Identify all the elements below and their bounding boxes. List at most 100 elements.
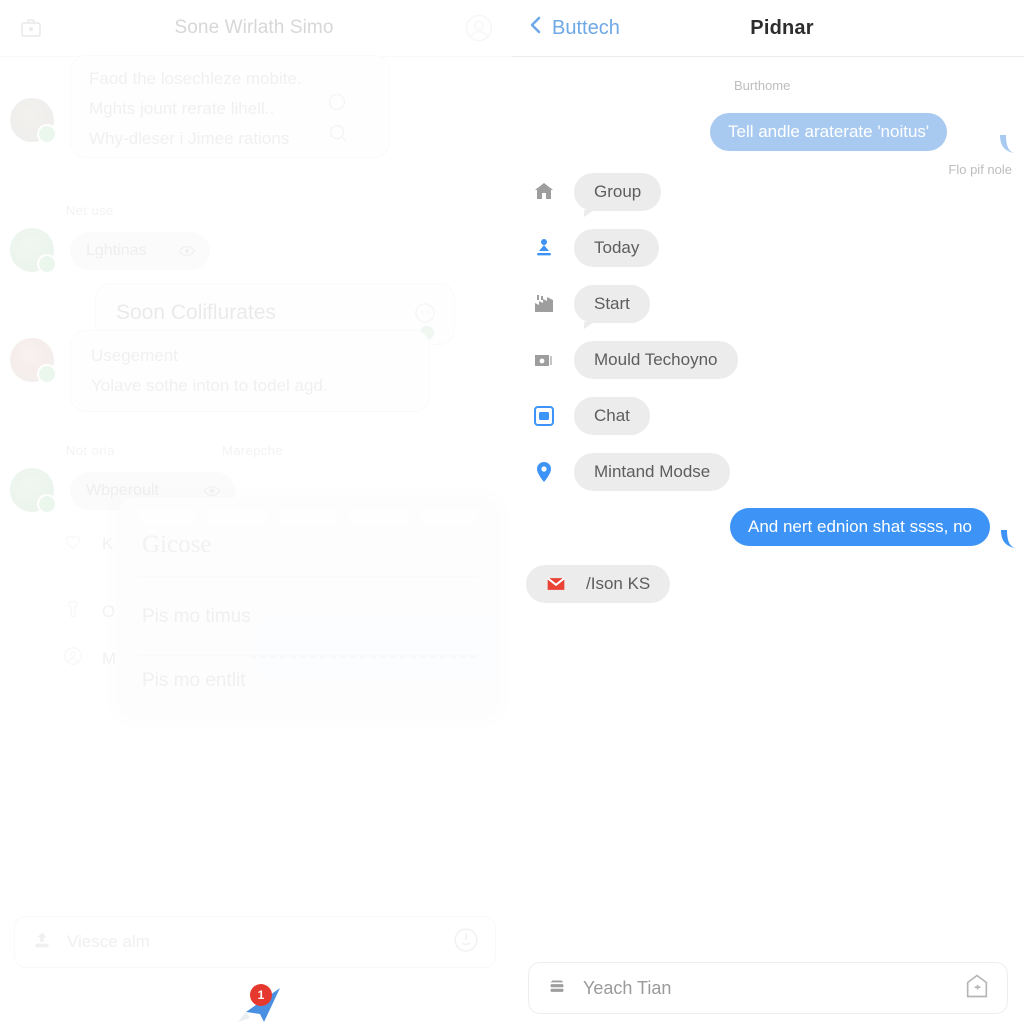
chip-row-today: Today <box>530 229 660 267</box>
overlay-chip <box>279 508 337 526</box>
factory-icon <box>530 290 558 318</box>
mail-icon <box>542 570 570 598</box>
search-icon[interactable] <box>327 122 349 149</box>
message-timestamp: Burthome <box>734 78 791 93</box>
right-input-placeholder: Yeach Tian <box>583 977 672 998</box>
status-badge <box>37 494 57 514</box>
chip-start[interactable]: Start <box>574 285 650 329</box>
status-badge <box>37 364 57 384</box>
chip-mail[interactable]: /Ison KS <box>526 565 671 603</box>
chat-bubble-incoming[interactable]: Tell andle araterate 'noitus' <box>710 113 948 151</box>
chip-label: Mould Techoyno <box>594 350 718 369</box>
chip-row-mail: /Ison KS <box>526 565 671 603</box>
card-title: Soon Coliflurates <box>116 301 276 324</box>
right-topbar: Buttech Pidnar <box>512 0 1024 57</box>
bubble-tail <box>1001 530 1015 548</box>
notification-badge: 1 <box>250 984 272 1006</box>
chip-label: Today <box>594 238 640 257</box>
left-title: Sone Wirlath Simo <box>174 17 334 38</box>
chip-mintand-modse[interactable]: Mintand Modse <box>574 453 731 491</box>
list-item-label: O <box>102 601 116 621</box>
list-item[interactable]: O <box>62 598 115 625</box>
section-label: Not oria <box>66 443 115 458</box>
left-message-input[interactable]: Viesce alm <box>14 916 496 968</box>
card-line: Yolave sothe inton to todel agd. <box>91 376 328 395</box>
heart-icon <box>62 530 84 557</box>
card-line: Usegement <box>91 346 178 365</box>
map-pin-icon <box>530 458 558 486</box>
card-line: Faod the losechleze mobite. <box>89 69 302 88</box>
list-item[interactable]: K <box>62 530 113 557</box>
overlay-chip <box>421 508 478 526</box>
list-item-label: M <box>102 648 117 668</box>
pill-lghtinas[interactable]: Lghtinas <box>70 232 210 270</box>
chip-group[interactable]: Group <box>574 173 662 217</box>
message-timestamp: Flo pif nole <box>948 162 1012 177</box>
list-item-label: K <box>102 533 114 553</box>
circle-icon[interactable] <box>327 92 347 117</box>
back-button-label: Buttech <box>552 16 620 39</box>
user-circle-icon <box>62 645 84 672</box>
house-plus-icon[interactable] <box>963 972 991 1005</box>
chip-row-mould: Mould Techoyno <box>530 341 738 379</box>
overlay-chip <box>208 508 266 526</box>
briefcase-icon[interactable] <box>545 975 569 1002</box>
back-button[interactable]: Buttech <box>524 13 620 43</box>
status-badge <box>37 254 57 274</box>
left-input-placeholder: Viesce alm <box>67 932 150 951</box>
eye-icon[interactable] <box>178 242 196 265</box>
divider <box>138 576 478 577</box>
chip-label: Group <box>594 182 642 201</box>
chip-label: Start <box>594 294 630 313</box>
chip-label: Mintand Modse <box>594 462 711 481</box>
download-icon <box>530 234 558 262</box>
overlay-title: Gicose <box>142 531 212 558</box>
right-title-wrap: Pidnar <box>692 17 872 40</box>
status-badge <box>37 124 57 144</box>
overlay-highlight <box>260 620 496 678</box>
page-title: Pidnar <box>750 16 814 39</box>
overlay-item[interactable]: Pis mo entlit <box>142 670 245 692</box>
overlay-dialog[interactable]: Gicose Pis mo timus Pis mo entlit <box>120 498 496 714</box>
avatar <box>10 468 57 514</box>
overlay-chip-row <box>138 508 478 526</box>
list-item[interactable]: M <box>62 645 116 672</box>
chip-label: /Ison KS <box>586 574 651 593</box>
message-card-sub[interactable]: Usegement Yolave sothe inton to todel ag… <box>70 330 430 412</box>
overlay-dotted-line <box>250 656 480 658</box>
shirt-icon <box>62 598 84 625</box>
chip-chat[interactable]: Chat <box>574 397 650 435</box>
chip-row-start: Start <box>530 285 650 329</box>
left-pane: Sone Wirlath Simo Faod the losechleze mo… <box>0 0 512 1024</box>
overlay-item[interactable]: Pis mo timus <box>142 606 251 628</box>
chip-row-group: Group <box>530 173 662 217</box>
quote-icon <box>414 302 436 329</box>
section-label: Marepche <box>222 443 284 458</box>
chip-mould-techoyno[interactable]: Mould Techoyno <box>574 341 738 379</box>
camera-icon <box>530 346 558 374</box>
app-root: Sone Wirlath Simo Faod the losechleze mo… <box>0 0 1024 1024</box>
right-message-input[interactable]: Yeach Tian <box>528 962 1008 1014</box>
briefcase-icon[interactable] <box>18 16 44 40</box>
chevron-left-icon <box>524 13 548 43</box>
overlay-chip <box>138 508 195 526</box>
left-topbar: Sone Wirlath Simo <box>0 0 512 57</box>
message-card-top[interactable]: Faod the losechleze mobite. Mghts jount … <box>70 55 390 158</box>
pill-label: Lghtinas <box>86 242 147 259</box>
home-icon <box>530 178 558 206</box>
avatar <box>10 98 57 144</box>
avatar <box>10 228 57 274</box>
chip-row-mintand: Mintand Modse <box>530 453 731 491</box>
upload-icon[interactable] <box>31 929 53 956</box>
chat-square-icon <box>530 402 558 430</box>
chat-bubble-outgoing[interactable]: And nert ednion shat ssss, no <box>730 508 990 546</box>
avatar <box>10 338 57 384</box>
chip-row-chat: Chat <box>530 397 650 435</box>
profile-avatar-icon[interactable] <box>464 13 494 43</box>
chip-today[interactable]: Today <box>574 229 660 267</box>
overlay-chip <box>350 508 408 526</box>
right-pane: Buttech Pidnar Burthome Tell andle arate… <box>512 0 1024 1024</box>
section-label: Net use <box>66 203 114 218</box>
chip-label: Chat <box>594 406 630 425</box>
power-smiley-icon[interactable] <box>453 927 479 958</box>
